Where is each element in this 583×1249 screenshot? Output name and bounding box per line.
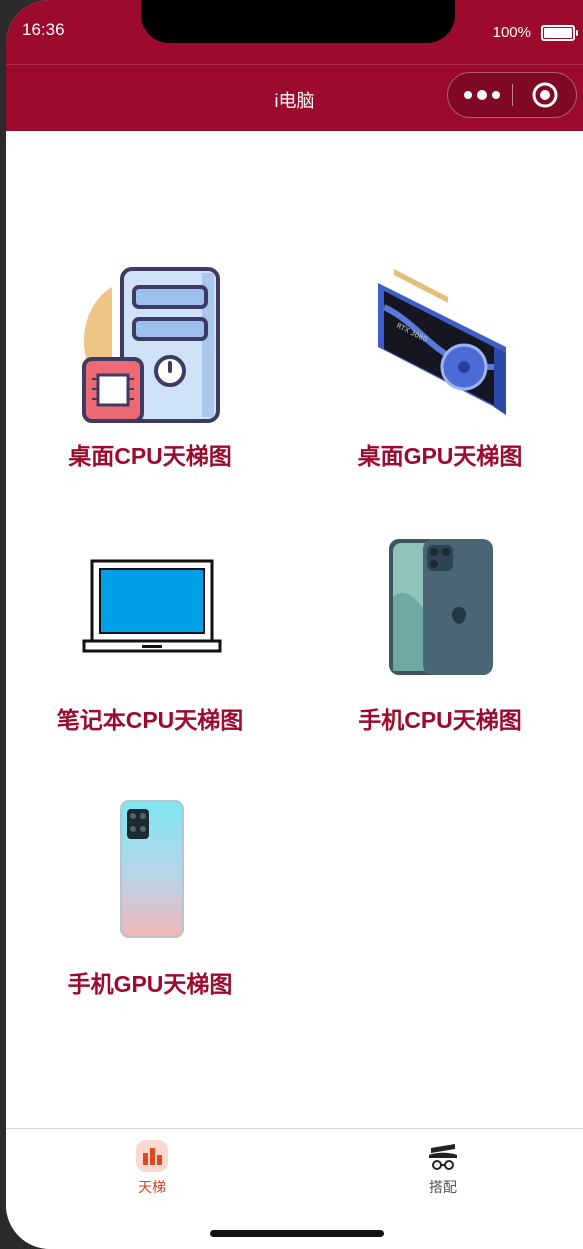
menu-item-phone-gpu[interactable]: 手机GPU天梯图 — [50, 795, 250, 1005]
tab-match[interactable]: 搭配 — [403, 1139, 483, 1197]
iphone-icon — [389, 539, 493, 675]
android-phone-icon — [120, 800, 184, 938]
menu-item-label: 笔记本CPU天梯图 — [56, 707, 244, 733]
battery-percent: 100% — [492, 24, 531, 41]
menu-item-label: 桌面GPU天梯图 — [357, 443, 523, 469]
battery-icon — [541, 25, 578, 41]
menu-item-label: 桌面CPU天梯图 — [68, 443, 232, 469]
laptop-icon — [82, 559, 222, 653]
ladder-chart-icon — [136, 1140, 168, 1172]
navigation-bar: i电脑 — [6, 64, 583, 131]
main-content: 桌面CPU天梯图 RTX 3080 桌面GPU天梯图 笔记本CPU天梯图 手机C… — [6, 131, 583, 1128]
capsule-divider — [512, 84, 513, 106]
menu-item-phone-cpu[interactable]: 手机CPU天梯图 — [340, 531, 540, 741]
phone-screen: 16:36 100% i电脑 桌面CPU天梯图 RTX 3080 桌面GPU天梯… — [6, 0, 583, 1249]
tab-ladder[interactable]: 天梯 — [112, 1139, 192, 1197]
hat-glasses-icon — [429, 1144, 457, 1170]
menu-item-laptop-cpu[interactable]: 笔记本CPU天梯图 — [50, 531, 250, 741]
desktop-cpu-icon — [82, 267, 220, 423]
close-target-icon[interactable] — [532, 82, 558, 108]
miniprogram-capsule — [447, 72, 577, 118]
status-bar: 16:36 100% — [6, 0, 583, 64]
tab-bar: 天梯 搭配 — [6, 1128, 583, 1249]
gpu-card-icon: RTX 3080 — [378, 269, 506, 415]
menu-item-desktop-cpu[interactable]: 桌面CPU天梯图 — [50, 267, 250, 477]
notch — [141, 0, 455, 43]
home-indicator[interactable] — [210, 1230, 384, 1237]
tab-label: 搭配 — [429, 1179, 457, 1195]
more-dots-icon[interactable] — [462, 87, 502, 103]
tab-label: 天梯 — [138, 1179, 166, 1195]
menu-item-label: 手机CPU天梯图 — [358, 707, 522, 733]
menu-item-desktop-gpu[interactable]: RTX 3080 桌面GPU天梯图 — [340, 267, 540, 477]
menu-item-label: 手机GPU天梯图 — [67, 971, 233, 997]
status-time: 16:36 — [22, 20, 65, 39]
